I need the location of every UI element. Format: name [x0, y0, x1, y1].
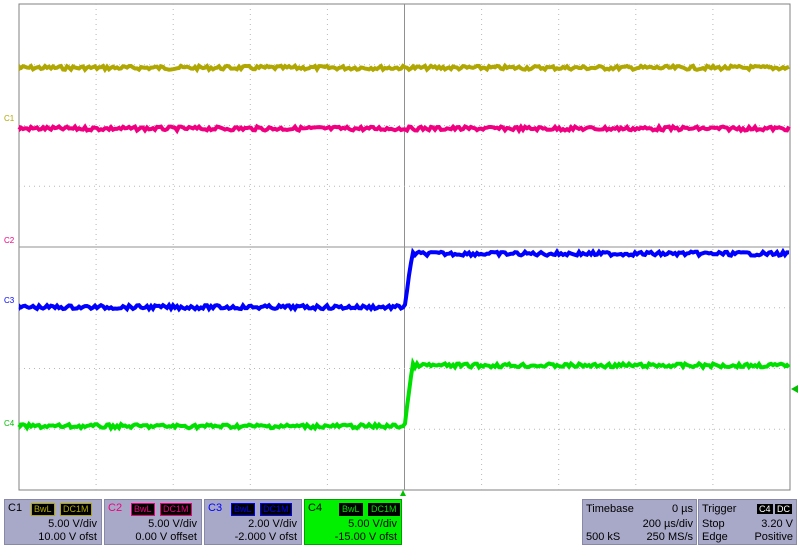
status-bar: C1 BwL DC1M 5.00 V/div 10.00 V ofst C2 B…: [0, 496, 800, 547]
bw-tag: BwL: [339, 503, 363, 516]
trigger-level: 3.20 V: [761, 518, 793, 530]
channel-offset: 10.00 V ofst: [38, 531, 97, 543]
trigger-mode: Stop: [702, 518, 725, 530]
c3-marker-label: C3: [4, 296, 15, 305]
channel-box-c1[interactable]: C1 BwL DC1M 5.00 V/div 10.00 V ofst: [4, 499, 102, 545]
trigger-slope: Positive: [754, 531, 793, 543]
coupling-tag: DC1M: [260, 503, 292, 516]
channel-box-c4[interactable]: C4 BwL DC1M 5.00 V/div -15.00 V ofst: [304, 499, 402, 545]
channel-name: C1: [8, 502, 23, 514]
trigger-coupling: DC: [775, 504, 792, 514]
c1-marker-label: C1: [4, 114, 15, 123]
coupling-tag: DC1M: [60, 503, 92, 516]
timebase-rate: 250 MS/s: [646, 531, 693, 543]
c4-marker-label: C4: [4, 419, 15, 428]
coupling-tag: DC1M: [368, 503, 400, 516]
channel-offset: 0.00 V offset: [135, 531, 197, 543]
channel-scale: 5.00 V/div: [348, 518, 397, 530]
bw-tag: BwL: [31, 503, 55, 516]
timebase-box[interactable]: Timebase 0 µs 200 µs/div 500 kS 250 MS/s: [582, 499, 697, 545]
trigger-box[interactable]: Trigger C4 DC Stop 3.20 V Edge Positive: [698, 499, 797, 545]
timebase-scale: 200 µs/div: [642, 518, 693, 530]
bw-tag: BwL: [131, 503, 155, 516]
channel-name: C3: [208, 502, 223, 514]
channel-offset: -2.000 V ofst: [234, 531, 297, 543]
trigger-source: C4: [757, 504, 773, 514]
trigger-type: Edge: [702, 531, 728, 543]
channel-scale: 5.00 V/div: [148, 518, 197, 530]
channel-scale: 5.00 V/div: [48, 518, 97, 530]
channel-scale: 2.00 V/div: [248, 518, 297, 530]
coupling-tag: DC1M: [160, 503, 192, 516]
trigger-level-marker[interactable]: [791, 385, 798, 393]
scope-display: C1 C2 C3 C4: [4, 3, 798, 496]
channel-name: C4: [308, 502, 323, 514]
c2-marker-label: C2: [4, 236, 15, 245]
timebase-samples: 500 kS: [586, 531, 621, 543]
channel-offset: -15.00 V ofst: [334, 531, 397, 543]
trigger-label: Trigger: [702, 503, 737, 515]
channel-name: C2: [108, 502, 123, 514]
channel-markers: C1 C2 C3 C4: [4, 114, 15, 428]
timebase-label: Timebase: [586, 503, 634, 515]
bw-tag: BwL: [231, 503, 255, 516]
channel-box-c3[interactable]: C3 BwL DC1M 2.00 V/div -2.000 V ofst: [204, 499, 302, 545]
channel-box-c2[interactable]: C2 BwL DC1M 5.00 V/div 0.00 V offset: [104, 499, 202, 545]
timebase-delay: 0 µs: [671, 503, 693, 515]
